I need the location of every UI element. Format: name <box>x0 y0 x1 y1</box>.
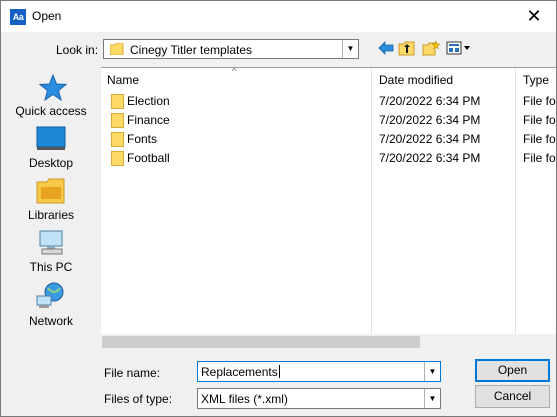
place-label: Quick access <box>15 104 87 118</box>
computer-icon <box>39 230 63 255</box>
text-caret <box>278 365 280 378</box>
chevron-down-icon[interactable]: ▼ <box>342 40 358 58</box>
file-date: 7/20/2022 6:34 PM <box>379 94 481 108</box>
look-in-value: Cinegy Titler templates <box>130 43 253 57</box>
close-button[interactable]: ✕ <box>512 1 556 32</box>
open-dialog: Aa Open ✕ Look in: Cinegy Titler templat… <box>0 0 557 417</box>
network-icon <box>36 282 64 308</box>
file-name: Fonts <box>127 132 158 146</box>
chevron-down-icon[interactable]: ▼ <box>424 389 440 408</box>
column-header-name[interactable]: Name <box>107 68 139 92</box>
place-label: Libraries <box>27 208 75 222</box>
scrollbar-thumb[interactable] <box>102 336 420 348</box>
view-menu-icon[interactable] <box>446 41 472 58</box>
window-title: Open <box>32 9 62 23</box>
file-type: File fo <box>523 132 556 146</box>
place-label: Desktop <box>28 156 74 170</box>
title-bar: Aa Open ✕ <box>1 1 556 32</box>
file-name-label: File name: <box>104 366 161 380</box>
file-name: Election <box>127 94 170 108</box>
file-name: Football <box>127 151 170 165</box>
folder-icon <box>111 151 124 166</box>
column-header-type[interactable]: Type <box>523 68 549 92</box>
star-icon <box>39 74 67 102</box>
file-name: Finance <box>127 113 170 127</box>
folder-icon <box>111 132 124 147</box>
new-folder-icon[interactable] <box>422 40 441 58</box>
file-date: 7/20/2022 6:34 PM <box>379 132 481 146</box>
files-of-type-label: Files of type: <box>104 392 173 406</box>
cancel-button[interactable]: Cancel <box>475 385 550 408</box>
chevron-down-icon[interactable]: ▼ <box>424 362 440 381</box>
column-header-date[interactable]: Date modified <box>379 68 453 92</box>
list-item[interactable]: Finance 7/20/2022 6:34 PM File fo <box>101 111 556 130</box>
back-arrow-icon[interactable] <box>377 41 395 58</box>
place-label: This PC <box>29 260 73 274</box>
horizontal-scrollbar[interactable] <box>101 334 556 351</box>
files-of-type-dropdown[interactable]: XML files (*.xml) ▼ <box>197 388 441 409</box>
up-folder-icon[interactable] <box>398 41 416 58</box>
file-type: File fo <box>523 94 556 108</box>
list-item[interactable]: Election 7/20/2022 6:34 PM File fo <box>101 92 556 111</box>
list-item[interactable]: Fonts 7/20/2022 6:34 PM File fo <box>101 130 556 149</box>
libraries-icon <box>36 178 65 204</box>
file-date: 7/20/2022 6:34 PM <box>379 113 481 127</box>
open-button[interactable]: Open <box>475 359 550 382</box>
sort-ascending-icon: ^ <box>232 67 237 76</box>
file-name-value: Replacements <box>201 365 278 379</box>
file-list[interactable]: ^ Name Date modified Type Election 7/20/… <box>101 67 556 351</box>
folder-icon <box>110 43 124 55</box>
folder-icon <box>111 94 124 109</box>
look-in-dropdown[interactable]: Cinegy Titler templates ▼ <box>103 39 359 59</box>
list-item[interactable]: Football 7/20/2022 6:34 PM File fo <box>101 149 556 168</box>
files-of-type-value: XML files (*.xml) <box>201 392 288 406</box>
desktop-icon <box>36 126 66 150</box>
look-in-label: Look in: <box>56 43 99 57</box>
file-date: 7/20/2022 6:34 PM <box>379 151 481 165</box>
place-label: Network <box>28 314 73 328</box>
app-icon: Aa <box>10 9 26 25</box>
file-type: File fo <box>523 113 556 127</box>
folder-icon <box>111 113 124 128</box>
file-name-field[interactable]: Replacements ▼ <box>197 361 441 382</box>
file-type: File fo <box>523 151 556 165</box>
